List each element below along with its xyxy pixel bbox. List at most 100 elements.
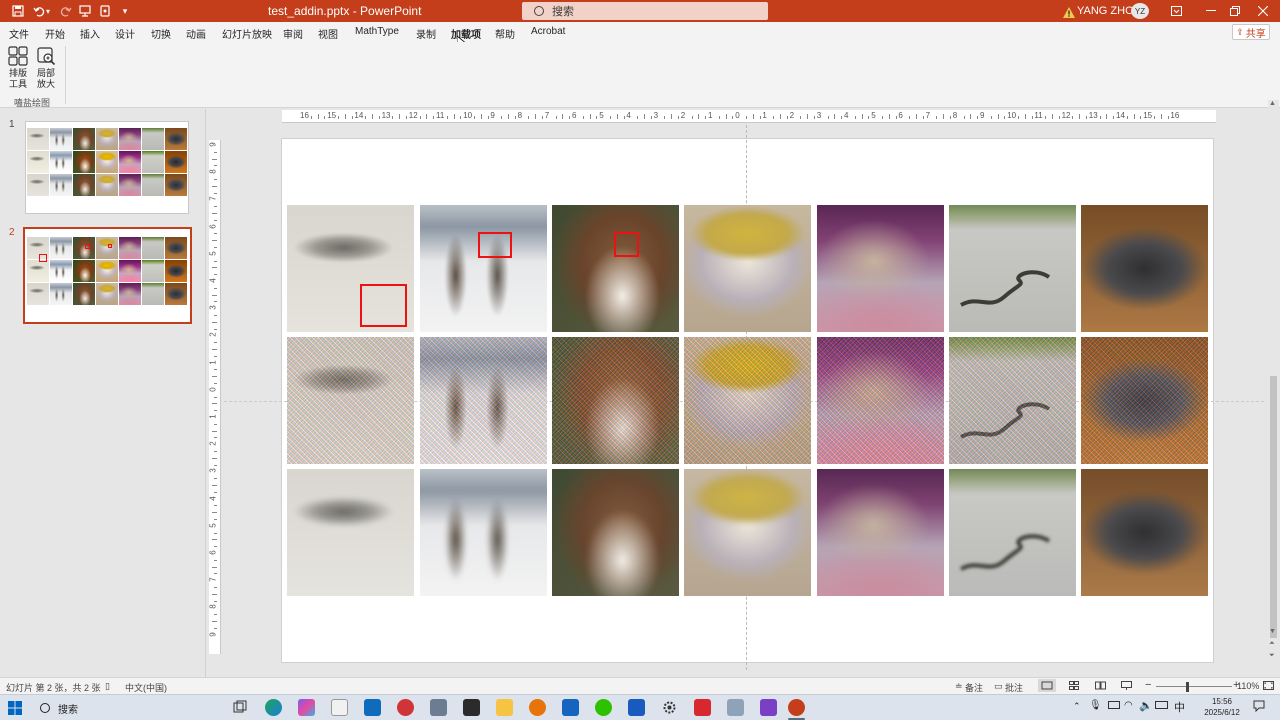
comments-button[interactable]: 批注: [1005, 681, 1023, 694]
slide-thumbnail-pane[interactable]: 1 2: [0, 109, 206, 677]
slide-image-yellow-soup-bowl-motion-blurred[interactable]: [684, 469, 811, 596]
save-icon[interactable]: [9, 3, 27, 19]
previous-slide-icon[interactable]: ⏶: [1269, 640, 1275, 648]
show-hidden-icons-icon[interactable]: ⌃: [1073, 701, 1081, 712]
slide-image-pink-cloth-flowers-blurred[interactable]: [817, 205, 944, 332]
redo-icon[interactable]: [57, 3, 75, 19]
slide-image-furry-bundle-motion-blurred[interactable]: [1081, 469, 1208, 596]
layout-tool-button[interactable]: 排版 工具: [6, 46, 30, 90]
ribbon-display-options-icon[interactable]: [1159, 0, 1193, 22]
slide-image-skiers-in-snow-motion-blurred[interactable]: [420, 469, 547, 596]
tab-file[interactable]: 文件: [9, 26, 29, 41]
tab-animations[interactable]: 动画: [186, 26, 206, 41]
edge-browser-icon[interactable]: [265, 699, 282, 716]
tab-insert[interactable]: 插入: [80, 26, 100, 41]
zoom-slider[interactable]: [1156, 686, 1232, 687]
slide-image-furry-bundle-blurred[interactable]: [1081, 205, 1208, 332]
fit-slide-icon[interactable]: [1263, 681, 1274, 692]
volume-icon[interactable]: 🔈: [1139, 699, 1153, 712]
zoom-box-skier[interactable]: [478, 232, 512, 258]
tab-design[interactable]: 设计: [115, 26, 135, 41]
slide-image-yellow-soup-bowl-noisy[interactable]: [684, 337, 811, 464]
copilot-icon[interactable]: [298, 699, 315, 716]
scroll-down-icon[interactable]: ▼: [1269, 628, 1276, 635]
visual-studio-icon[interactable]: [760, 699, 777, 716]
tab-home[interactable]: 开始: [45, 26, 65, 41]
tab-slideshow[interactable]: 幻灯片放映: [222, 26, 272, 41]
taskbar-search[interactable]: 搜索: [34, 698, 220, 718]
wechat-icon[interactable]: [595, 699, 612, 716]
search-box[interactable]: 搜索: [522, 2, 768, 20]
horizontal-ruler[interactable]: 16 15 14 13 12 11 10 9 8 7 6 5 4 3 2 1 0 1 2 3 4 5 6 7 8 9 10 11 12 1…: [282, 110, 1216, 123]
slide-image-skiers-in-snow-noisy[interactable]: [420, 337, 547, 464]
vertical-scrollbar[interactable]: ▲ ▼ ⏶ ⏷: [1268, 100, 1279, 662]
notes-icon[interactable]: ≐: [955, 681, 963, 692]
slide-thumbnail-1[interactable]: [25, 121, 189, 214]
wifi-icon[interactable]: ◠: [1124, 700, 1133, 711]
tab-record[interactable]: 录制: [416, 26, 436, 41]
undo-dropdown-icon[interactable]: ▾: [44, 3, 52, 19]
slide-image-skiers-in-snow-blurred[interactable]: [420, 205, 547, 332]
tab-view[interactable]: 视图: [318, 26, 338, 41]
local-zoom-button[interactable]: 局部 放大: [34, 46, 58, 90]
slide-thumbnail-2[interactable]: [23, 227, 192, 324]
slide-image-collie-dog-noisy[interactable]: [552, 337, 679, 464]
zoom-box-dog-eye[interactable]: [614, 232, 639, 257]
notes-button[interactable]: 备注: [965, 681, 983, 694]
slide-image-furry-bundle-noisy[interactable]: [1081, 337, 1208, 464]
slide-sorter-icon[interactable]: [1069, 681, 1079, 692]
slide-image-snake-on-sand-noisy[interactable]: [287, 337, 414, 464]
slide-image-yellow-soup-bowl-blurred[interactable]: [684, 205, 811, 332]
powershell-icon[interactable]: [562, 699, 579, 716]
slide-image-pink-cloth-flowers-noisy[interactable]: [817, 337, 944, 464]
tab-mathtype[interactable]: MathType: [355, 26, 399, 37]
slide-image-collie-dog-motion-blurred[interactable]: [552, 469, 679, 596]
tab-addins[interactable]: 加载项: [449, 26, 483, 46]
notification-icon[interactable]: [1253, 700, 1265, 715]
word-icon[interactable]: [628, 699, 645, 716]
customize-qat-icon[interactable]: ▾: [116, 3, 134, 19]
windows-start-icon[interactable]: [8, 701, 22, 718]
slideshow-icon[interactable]: [1121, 681, 1132, 692]
app-gray-icon[interactable]: [430, 699, 447, 716]
zoom-box-snake[interactable]: [360, 284, 407, 327]
app-red-icon[interactable]: [397, 699, 414, 716]
reading-view-icon[interactable]: [1095, 681, 1106, 692]
slide-image-snake-on-road-motion-blurred[interactable]: [949, 469, 1076, 596]
zoom-out-button[interactable]: −: [1145, 679, 1151, 691]
ime-indicator[interactable]: 中: [1174, 699, 1185, 715]
comments-icon[interactable]: ▭: [994, 681, 1003, 692]
touch-mode-icon[interactable]: [96, 3, 114, 19]
share-button[interactable]: ⇪ 共享: [1232, 24, 1270, 40]
clock[interactable]: 15:56 2025/6/12: [1200, 696, 1244, 718]
task-view-icon[interactable]: [231, 699, 248, 716]
slide-image-collie-dog-blurred[interactable]: [552, 205, 679, 332]
file-explorer-icon[interactable]: [496, 699, 513, 716]
acrobat-icon[interactable]: [694, 699, 711, 716]
tab-review[interactable]: 审阅: [283, 26, 303, 41]
battery-icon[interactable]: [1155, 701, 1168, 709]
scrollbar-thumb[interactable]: [1270, 376, 1277, 638]
tab-help[interactable]: 帮助: [495, 26, 515, 41]
powerpoint-taskbar-icon[interactable]: [788, 699, 805, 716]
slide-image-snake-on-road-noisy[interactable]: [949, 337, 1076, 464]
app-orange-icon[interactable]: [529, 699, 546, 716]
tab-acrobat[interactable]: Acrobat: [531, 26, 565, 37]
next-slide-icon[interactable]: ⏷: [1269, 652, 1275, 660]
close-icon[interactable]: [1246, 0, 1280, 22]
app-blue-gray-icon[interactable]: [727, 699, 744, 716]
terminal-icon[interactable]: [463, 699, 480, 716]
settings-gear-icon[interactable]: [661, 699, 678, 716]
zoom-slider-thumb[interactable]: [1186, 682, 1189, 692]
slide-image-snake-on-sand-motion-blurred[interactable]: [287, 469, 414, 596]
warning-icon[interactable]: [1060, 4, 1078, 20]
tab-transitions[interactable]: 切换: [151, 26, 171, 41]
display-icon[interactable]: [1108, 701, 1120, 709]
accessibility-icon[interactable]: ▯: [105, 681, 110, 692]
microsoft-store-icon[interactable]: [331, 699, 348, 716]
slide-image-pink-cloth-flowers-motion-blurred[interactable]: [817, 469, 944, 596]
scroll-up-icon[interactable]: ▲: [1269, 100, 1276, 107]
language-indicator[interactable]: 中文(中国): [125, 681, 167, 694]
present-from-start-icon[interactable]: [76, 3, 94, 19]
avatar[interactable]: YZ: [1131, 3, 1149, 19]
